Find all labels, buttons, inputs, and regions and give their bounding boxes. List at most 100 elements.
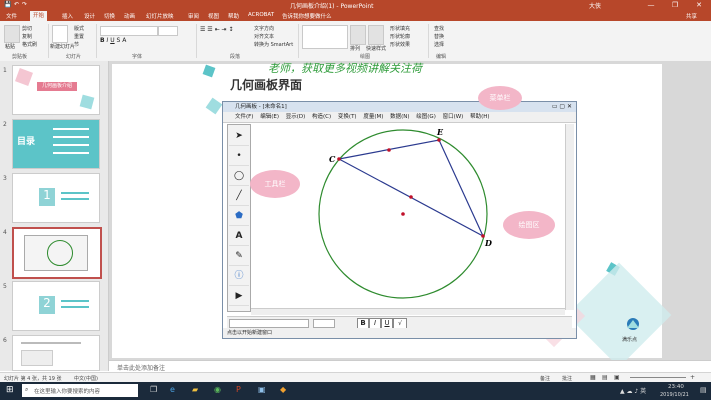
edge-browser-icon[interactable]: e bbox=[170, 385, 175, 394]
quick-styles-icon[interactable] bbox=[368, 25, 384, 45]
system-tray-icons[interactable]: ▲ ☁ ♪ 英 bbox=[620, 386, 646, 395]
gsp-menu-graph[interactable]: 绘图(G) bbox=[416, 114, 436, 120]
replace-button[interactable]: 替换 bbox=[434, 33, 444, 40]
new-slide-icon[interactable] bbox=[52, 25, 68, 43]
gsp-menu-construct[interactable]: 构造(C) bbox=[312, 114, 331, 120]
restore-button[interactable]: ❐ bbox=[663, 0, 687, 10]
tab-help[interactable]: 帮助 bbox=[228, 12, 239, 20]
new-slide-button[interactable]: 新建幻灯片 bbox=[50, 43, 75, 50]
gsp-horizontal-scrollbar[interactable] bbox=[251, 308, 565, 315]
shape-effects-button[interactable]: 形状效果 bbox=[390, 41, 410, 48]
marker-tool-icon[interactable]: ✎ bbox=[229, 247, 249, 266]
app-icon[interactable]: ▣ bbox=[258, 385, 266, 394]
zoom-in-button[interactable]: + bbox=[690, 374, 695, 381]
midpoint-cd[interactable] bbox=[409, 195, 413, 199]
reading-view-icon[interactable]: ▣ bbox=[614, 374, 620, 381]
align-text-button[interactable]: 对齐文本 bbox=[254, 33, 274, 40]
tab-file[interactable]: 文件 bbox=[6, 12, 17, 20]
line-tool-icon[interactable]: ╱ bbox=[229, 187, 249, 206]
language-indicator[interactable]: 中文(中国) bbox=[74, 375, 98, 382]
task-view-icon[interactable]: ❐ bbox=[150, 385, 157, 394]
arrow-tool-icon[interactable]: ➤ bbox=[229, 127, 249, 146]
taskbar-date[interactable]: 2019/10/21 bbox=[660, 392, 689, 398]
smartart-button[interactable]: 转换为 SmartArt bbox=[254, 41, 293, 48]
size-select[interactable] bbox=[313, 319, 335, 328]
select-button[interactable]: 选择 bbox=[434, 41, 444, 48]
gsp-menu-number[interactable]: 数据(N) bbox=[390, 114, 409, 120]
font-family-select[interactable] bbox=[100, 26, 158, 36]
comments-toggle-button[interactable]: 批注 bbox=[562, 375, 572, 382]
tab-animations[interactable]: 动画 bbox=[124, 12, 135, 20]
paragraph-list-toolbar[interactable]: ☰ ☰ ⇤ ⇥ ↕ bbox=[200, 26, 248, 33]
tab-view[interactable]: 视图 bbox=[208, 12, 219, 20]
paste-icon[interactable] bbox=[4, 25, 20, 43]
polygon-tool-icon[interactable]: ⬟ bbox=[229, 207, 249, 226]
zoom-slider[interactable] bbox=[630, 377, 686, 378]
info-tool-icon[interactable]: ⓘ bbox=[229, 267, 249, 286]
midpoint-ce[interactable] bbox=[387, 148, 391, 152]
center-point[interactable] bbox=[401, 212, 405, 216]
shape-outline-button[interactable]: 形状轮廓 bbox=[390, 33, 410, 40]
quick-styles-button[interactable]: 快速样式 bbox=[366, 45, 386, 52]
tab-slideshow[interactable]: 幻灯片放映 bbox=[146, 12, 174, 20]
thumbnail-slide-1[interactable]: 几何画板介绍 bbox=[12, 65, 100, 115]
tab-design[interactable]: 设计 bbox=[84, 12, 95, 20]
undo-icon[interactable]: ↶ bbox=[14, 1, 19, 8]
font-select[interactable] bbox=[229, 319, 309, 328]
find-button[interactable]: 查找 bbox=[434, 25, 444, 32]
format-painter-button[interactable]: 格式刷 bbox=[22, 41, 37, 48]
tell-me-search[interactable]: 告诉我你想要做什么 bbox=[282, 12, 332, 20]
app-icon[interactable]: ◆ bbox=[280, 385, 286, 394]
thumbnail-slide-4[interactable] bbox=[12, 227, 102, 279]
font-size-select[interactable] bbox=[158, 26, 178, 36]
app-icon[interactable]: ◉ bbox=[214, 385, 221, 394]
custom-tool-icon[interactable]: ▶ bbox=[229, 287, 249, 306]
close-button[interactable]: ✕ bbox=[687, 0, 711, 10]
thumbnail-slide-6[interactable] bbox=[12, 335, 100, 371]
text-direction-button[interactable]: 文字方向 bbox=[254, 25, 274, 32]
gsp-vertical-scrollbar[interactable] bbox=[565, 124, 574, 310]
gsp-menu-display[interactable]: 显示(D) bbox=[286, 114, 306, 120]
redo-icon[interactable]: ↷ bbox=[22, 1, 27, 8]
notification-icon[interactable]: ▤ bbox=[700, 386, 707, 394]
font-format-toolbar[interactable]: B I U S A bbox=[100, 37, 180, 44]
tab-transitions[interactable]: 切换 bbox=[104, 12, 115, 20]
point-tool-icon[interactable]: • bbox=[229, 147, 249, 166]
user-name[interactable]: 大侠 bbox=[589, 1, 601, 10]
normal-view-icon[interactable]: ▦ bbox=[590, 374, 596, 381]
minimize-button[interactable]: — bbox=[639, 0, 663, 10]
point-c[interactable] bbox=[337, 157, 341, 161]
taskbar-search-box[interactable]: ⌕ 在这里输入你要搜索的内容 bbox=[22, 384, 138, 397]
file-explorer-icon[interactable]: ▰ bbox=[192, 385, 198, 394]
save-icon[interactable]: 💾 bbox=[4, 1, 11, 8]
gsp-menu-window[interactable]: 窗口(W) bbox=[443, 114, 464, 120]
cut-button[interactable]: 剪切 bbox=[22, 25, 32, 32]
notes-toggle-button[interactable]: 备注 bbox=[540, 375, 550, 382]
paste-button[interactable]: 粘贴 bbox=[5, 43, 15, 50]
tab-insert[interactable]: 插入 bbox=[62, 12, 73, 20]
gsp-menu-help[interactable]: 帮助(H) bbox=[470, 114, 489, 120]
taskbar-time[interactable]: 23:40 bbox=[668, 384, 684, 390]
shape-fill-button[interactable]: 形状填充 bbox=[390, 25, 410, 32]
layout-button[interactable]: 版式 bbox=[74, 25, 84, 32]
gsp-menu-edit[interactable]: 编辑(E) bbox=[260, 114, 279, 120]
shapes-gallery[interactable] bbox=[302, 25, 348, 49]
point-e[interactable] bbox=[437, 138, 441, 142]
thumbnail-slide-2[interactable]: 目录 bbox=[12, 119, 100, 169]
tab-home[interactable]: 开始 bbox=[30, 11, 48, 21]
compass-tool-icon[interactable]: ◯ bbox=[229, 167, 249, 186]
tab-acrobat[interactable]: ACROBAT bbox=[248, 12, 274, 18]
copy-button[interactable]: 复制 bbox=[22, 33, 32, 40]
powerpoint-icon[interactable]: P bbox=[236, 385, 241, 394]
thumbnail-slide-3[interactable]: 1 bbox=[12, 173, 100, 223]
reset-button[interactable]: 重置 bbox=[74, 33, 84, 40]
thumbnail-slide-5[interactable]: 2 bbox=[12, 281, 100, 331]
gsp-menu-measure[interactable]: 度量(M) bbox=[363, 114, 383, 120]
share-button[interactable]: 共享 bbox=[686, 12, 697, 20]
arrange-icon[interactable] bbox=[350, 25, 366, 45]
windows-start-icon[interactable]: ⊞ bbox=[6, 385, 14, 395]
gsp-menu-transform[interactable]: 变换(T) bbox=[338, 114, 357, 120]
text-tool-icon[interactable]: A bbox=[229, 227, 249, 246]
gsp-menu-file[interactable]: 文件(F) bbox=[235, 114, 253, 120]
sorter-view-icon[interactable]: ▤ bbox=[602, 374, 608, 381]
